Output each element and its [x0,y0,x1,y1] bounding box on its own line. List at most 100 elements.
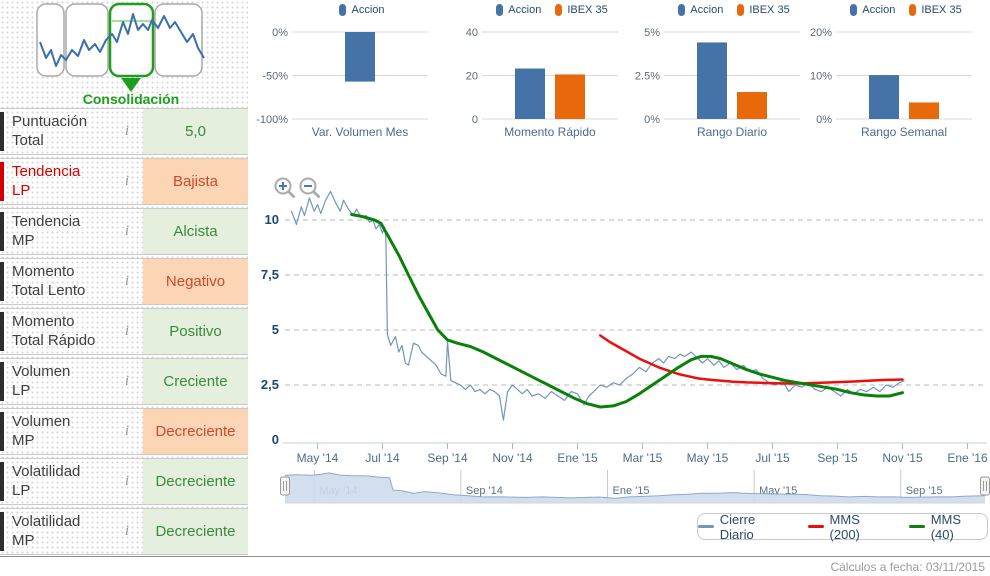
bar-ibex-35 [555,74,585,119]
y-axis-label: 0 [272,432,279,447]
mini-chart-plot: 40 20 0 Momento Rápido [466,27,618,139]
calculation-date: Cálculos a fecha: 03/11/2015 [830,560,985,574]
x-axis-label: Jul '14 [365,451,400,465]
info-icon[interactable]: i [111,309,143,354]
x-axis-label: Mar '15 [623,451,663,465]
info-icon[interactable]: i [111,209,143,254]
legend-marker [678,4,686,16]
y-tick-label: 0% [644,114,660,126]
info-icon[interactable]: i [111,459,143,504]
row-value-badge: Decreciente [143,409,248,454]
info-icon[interactable]: i [111,159,143,204]
sidebar-row-tendencia-lp: Tendencia LP i Bajista [0,158,248,205]
mini-chart-rango-diario: Accion IBEX 35 5% 2.5% 0% Rango Diario [628,2,812,147]
legend-label: Cierre Diario [719,511,756,542]
pattern-pointer-icon [121,78,141,92]
sidebar-row-volatilidad-mp: Volatilidad MP i Decreciente [0,508,248,555]
info-icon[interactable]: i [111,509,143,554]
mini-chart-plot: 20% 10% 0% Rango Semanal [810,27,972,139]
navigator-label: Sep '15 [906,485,943,497]
x-axis-label: Ene '16 [947,451,988,465]
chart-navigator[interactable]: May '14Sep '14Ene '15May '15Sep '15 [255,470,990,506]
sidebar: Consolidación Puntuación Total i 5,0 Ten… [0,0,248,556]
row-value-badge: Positivo [143,309,248,354]
row-value-badge: Negativo [143,259,248,304]
legend-item-ibex-35[interactable]: IBEX 35 [909,4,962,16]
legend-item-accion[interactable]: Accion [339,4,385,16]
row-value-badge: Creciente [143,359,248,404]
y-tick-label: -50% [262,71,288,83]
footer-divider [0,556,990,557]
sidebar-row-volumen-mp: Volumen MP i Decreciente [0,408,248,455]
mms200-line [599,334,904,385]
mini-chart-var-volumen-mes: Accion 0% -50% -100% Var. Volumen Mes [256,2,440,147]
pattern-thumbnail: Consolidación [36,2,205,106]
mini-chart-plot: 5% 2.5% 0% Rango Diario [635,27,800,139]
bar-ibex-35 [909,102,939,119]
legend-item-accion[interactable]: Accion [850,4,895,16]
y-tick-label: 0 [472,114,478,126]
legend-marker [496,4,504,16]
legend-label: Accion [508,4,542,16]
info-icon[interactable]: i [111,259,143,304]
mini-chart-legend: Accion IBEX 35 [474,2,630,18]
legend-label: MMS (200) [829,511,860,542]
sidebar-row-volumen-lp: Volumen LP i Creciente [0,358,248,405]
legend-item-cierre-diario[interactable]: Cierre Diario [698,512,792,542]
y-axis-label: 5 [272,322,279,337]
row-label: Momento Total Lento [12,262,86,299]
mini-chart-legend: Accion IBEX 35 [656,2,812,18]
mini-chart-title: Rango Diario [697,125,767,139]
navigator-left-handle[interactable] [280,476,290,496]
navigator-right-handle[interactable] [980,476,990,496]
legend-item-ibex-35[interactable]: IBEX 35 [555,4,608,16]
sidebar-row-momento-total-lento: Momento Total Lento i Negativo [0,258,248,305]
row-value-badge: Decreciente [143,459,248,504]
bar-accion [345,32,375,82]
row-label: Momento Total Rápido [12,312,96,349]
y-tick-label: 0% [816,114,832,126]
legend-item-accion[interactable]: Accion [678,4,723,16]
main-price-chart: 10 7,5 5 2,5 0 May '14 Jul '14 Sep '14 Nov '14 En… [255,170,990,470]
row-value-badge: Alcista [143,209,248,254]
mini-chart-plot: 0% -50% -100% Var. Volumen Mes [256,27,428,139]
row-value-badge: Bajista [143,159,248,204]
y-tick-label: 20 [466,71,478,83]
mini-chart-title: Var. Volumen Mes [312,125,409,139]
legend-marker [909,4,917,16]
info-icon[interactable]: i [111,409,143,454]
x-axis-label: May '14 [297,451,339,465]
legend-item-ibex-35[interactable]: IBEX 35 [737,4,790,16]
info-icon[interactable]: i [111,109,143,154]
legend-marker [698,525,714,528]
x-axis-label: May '15 [687,451,729,465]
y-tick-label: 0% [272,27,288,39]
y-tick-label: 10% [810,71,832,83]
row-label: Volumen LP [12,362,71,399]
sidebar-row-tendencia-mp: Tendencia MP i Alcista [0,208,248,255]
legend-label: Accion [862,4,896,16]
bar-accion [515,68,545,119]
mini-chart-title: Rango Semanal [861,125,947,139]
row-label: Puntuación Total [12,112,88,149]
sidebar-row-momento-total-r-pido: Momento Total Rápido i Positivo [0,308,248,355]
info-icon[interactable]: i [111,359,143,404]
mini-chart-legend: Accion IBEX 35 [828,2,984,18]
x-axis-label: Nov '14 [492,451,533,465]
legend-item-mms-40[interactable]: MMS (40) [908,512,987,542]
legend-marker [339,4,347,16]
x-axis-label: Ene '15 [557,451,598,465]
y-axis-label: 10 [265,212,279,227]
pattern-cards [36,2,203,78]
legend-label: IBEX 35 [749,4,790,16]
legend-marker [555,4,563,16]
legend-item-accion[interactable]: Accion [496,4,541,16]
zoom-out-icon[interactable] [299,177,320,198]
legend-marker [737,4,745,16]
y-tick-label: 2.5% [635,71,660,83]
pattern-card-2 [65,3,109,77]
x-axis-label: Sep '14 [427,451,468,465]
mini-chart-legend: Accion [284,2,440,18]
zoom-in-icon[interactable] [274,177,295,198]
legend-item-mms-200[interactable]: MMS (200) [807,511,893,542]
